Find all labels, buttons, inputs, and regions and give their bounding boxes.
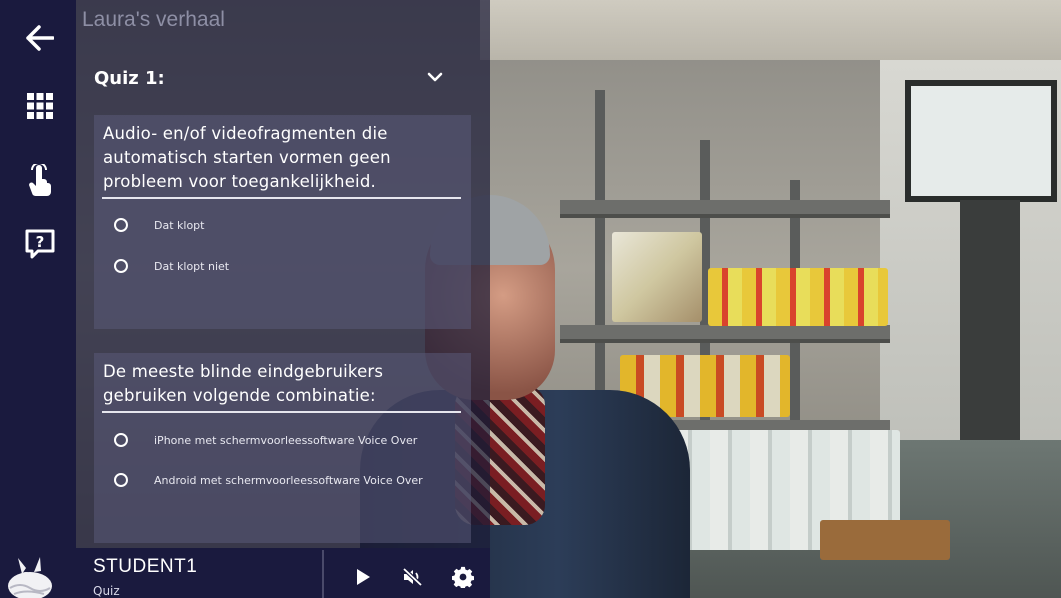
question-text: De meeste blinde eindgebruikers gebruike… — [103, 362, 384, 405]
overview-button[interactable] — [22, 88, 58, 124]
pallet — [820, 520, 950, 560]
play-button[interactable] — [352, 566, 374, 588]
answer-option[interactable]: Dat klopt niet — [114, 259, 229, 273]
answer-label: iPhone met schermvoorleessoftware Voice … — [154, 433, 418, 447]
question-bubble-icon: ? — [25, 229, 55, 259]
answer-option[interactable]: Dat klopt — [114, 218, 204, 232]
question-divider — [102, 197, 461, 199]
arrow-left-icon — [26, 25, 54, 51]
shelf — [560, 325, 890, 339]
ceiling — [480, 0, 1061, 60]
answer-label: Android met schermvoorleessoftware Voice… — [154, 473, 423, 487]
radio-button[interactable] — [114, 433, 128, 447]
window — [905, 80, 1057, 202]
question-text: Audio- en/of videofragmenten die automat… — [103, 124, 391, 191]
product-row-yellow — [708, 268, 888, 326]
settings-button[interactable] — [452, 566, 474, 588]
mode-label: Quiz — [93, 584, 120, 598]
story-title: Laura's verhaal — [82, 8, 225, 31]
question-divider — [102, 411, 461, 413]
avatar-icon — [8, 557, 52, 598]
product-bags — [612, 232, 702, 322]
student-name: STUDENT1 — [93, 556, 198, 577]
quiz-title: Quiz 1: — [94, 68, 165, 89]
back-button[interactable] — [22, 20, 58, 56]
question-card: De meeste blinde eindgebruikers gebruike… — [94, 353, 471, 543]
answer-option[interactable]: iPhone met schermvoorleessoftware Voice … — [114, 433, 417, 447]
answer-label: Dat klopt niet — [154, 259, 230, 273]
quiz-button[interactable]: ? — [22, 226, 58, 262]
door — [960, 200, 1020, 440]
play-icon — [357, 569, 370, 585]
radio-button[interactable] — [114, 218, 128, 232]
mute-button[interactable] — [402, 566, 424, 588]
interaction-button[interactable] — [22, 162, 58, 198]
question-card: Audio- en/of videofragmenten die automat… — [94, 115, 471, 329]
bottom-bar: STUDENT1 Quiz — [0, 548, 490, 598]
radio-button[interactable] — [114, 259, 128, 273]
answer-label: Dat klopt — [154, 218, 205, 232]
chevron-down-icon[interactable] — [426, 68, 444, 86]
shelf — [560, 200, 890, 214]
mute-icon — [402, 567, 423, 587]
gear-icon — [452, 566, 474, 588]
sidebar: ? — [0, 0, 76, 598]
touch-hand-icon — [29, 164, 51, 196]
quiz-accordion-header[interactable]: Quiz 1: — [76, 58, 490, 102]
answer-option[interactable]: Android met schermvoorleessoftware Voice… — [114, 473, 423, 487]
grid-icon — [27, 93, 53, 119]
svg-text:?: ? — [36, 233, 45, 251]
divider — [322, 550, 324, 598]
radio-button[interactable] — [114, 473, 128, 487]
